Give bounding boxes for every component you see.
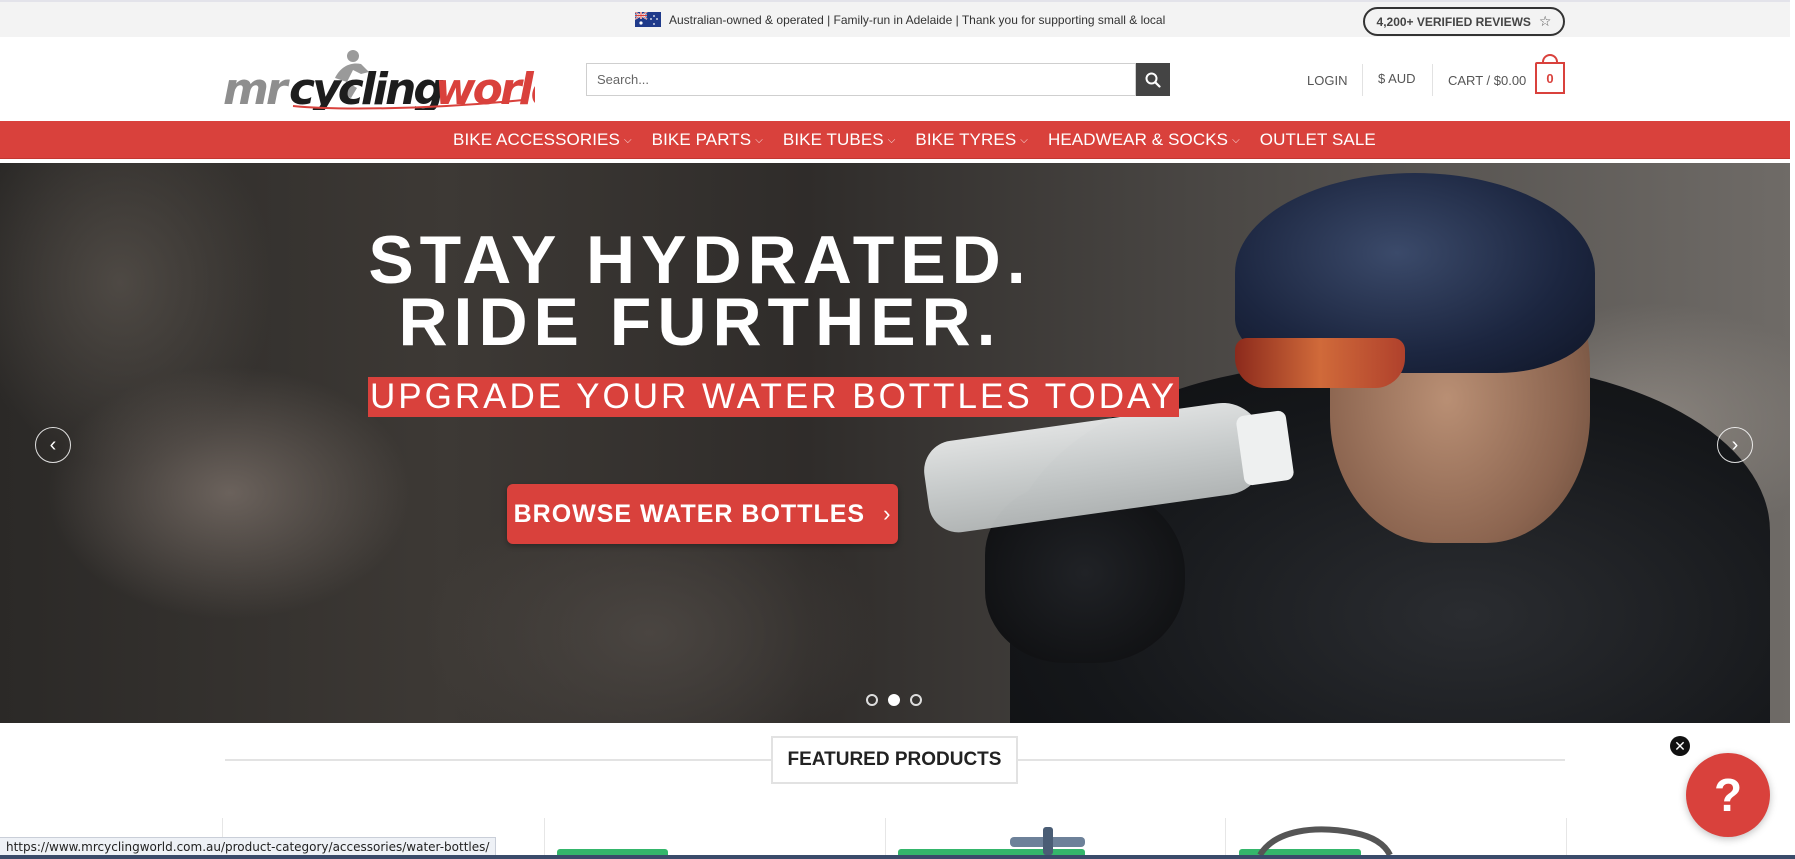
chevron-down-icon: ⌵: [1020, 134, 1028, 146]
hero-image-sunglasses: [1235, 338, 1405, 388]
product-card-border: [544, 818, 545, 859]
search-input[interactable]: [586, 63, 1136, 96]
browse-water-bottles-button[interactable]: BROWSE WATER BOTTLES ›: [507, 484, 898, 544]
chevron-down-icon: ⌵: [887, 134, 896, 146]
site-header: mr cycling world LOGIN $ AUD CART / $0.0…: [0, 37, 1790, 121]
button-label: BROWSE WATER BOTTLES: [513, 499, 866, 528]
slider-dot[interactable]: [910, 694, 922, 706]
slider-dots: [866, 694, 922, 706]
nav-outlet-sale[interactable]: OUTLET SALE: [1260, 130, 1376, 150]
nav-label: HEADWEAR & SOCKS: [1047, 130, 1229, 149]
close-icon: ✕: [1674, 737, 1686, 754]
svg-text:mr: mr: [223, 64, 290, 110]
nav-bike-accessories[interactable]: BIKE ACCESSORIES ⌵: [453, 130, 632, 150]
chevron-right-icon: ›: [883, 501, 892, 526]
cart-link[interactable]: CART / $0.00: [1448, 73, 1526, 88]
nav-headwear-socks[interactable]: HEADWEAR & SOCKS ⌵: [1048, 130, 1240, 150]
product-image-pump: [1010, 827, 1085, 855]
hero-title: STAY HYDRATED. RIDE FURTHER.: [340, 222, 1060, 360]
verified-reviews-button[interactable]: 4,200+ VERIFIED REVIEWS ☆: [1363, 7, 1565, 36]
main-navigation: BIKE ACCESSORIES ⌵ BIKE PARTS ⌵ BIKE TUBES…: [0, 121, 1790, 159]
help-chat-button[interactable]: ?: [1686, 753, 1770, 837]
slider-prev-button[interactable]: ‹: [35, 427, 71, 463]
header-divider: [1432, 64, 1433, 96]
nav-label: BIKE TUBES: [782, 130, 884, 149]
hero-title-line: RIDE FURTHER.: [398, 284, 1002, 360]
featured-products-heading: FEATURED PRODUCTS: [771, 736, 1018, 784]
currency-selector[interactable]: $ AUD: [1378, 71, 1416, 86]
slider-dot[interactable]: [866, 694, 878, 706]
nav-bike-tubes[interactable]: BIKE TUBES ⌵: [783, 130, 896, 150]
chevron-left-icon: ‹: [49, 433, 57, 456]
search-button[interactable]: [1136, 63, 1170, 96]
nav-label: BIKE ACCESSORIES: [453, 130, 620, 149]
hero-slider: STAY HYDRATED. RIDE FURTHER. UPGRADE YOU…: [0, 163, 1790, 723]
australian-flag-icon: [635, 12, 661, 27]
hero-title-line: STAY HYDRATED.: [368, 222, 1032, 298]
nav-label: OUTLET SALE: [1259, 130, 1376, 149]
slider-dot-active[interactable]: [888, 694, 900, 706]
search-icon: [1145, 72, 1161, 88]
hero-image-bottle-cap: [1235, 409, 1295, 487]
hero-subtitle: UPGRADE YOUR WATER BOTTLES TODAY: [368, 377, 1180, 417]
svg-text:cycling: cycling: [289, 64, 444, 110]
announcement: Australian-owned & operated | Family-run…: [635, 12, 1165, 27]
product-card-border: [1566, 818, 1567, 859]
chevron-down-icon: ⌵: [755, 134, 763, 146]
nav-label: BIKE TYRES: [915, 130, 1017, 149]
product-image-handlebar: [1257, 826, 1393, 857]
link-preview-url: https://www.mrcyclingworld.com.au/produc…: [0, 837, 497, 857]
chevron-down-icon: ⌵: [623, 134, 632, 146]
announcement-text: Australian-owned & operated | Family-run…: [669, 12, 1166, 27]
reviews-label: 4,200+ VERIFIED REVIEWS: [1376, 14, 1531, 29]
nav-bike-tyres[interactable]: BIKE TYRES ⌵: [915, 130, 1028, 150]
product-card-border: [1225, 818, 1226, 859]
announcement-bar: Australian-owned & operated | Family-run…: [0, 0, 1790, 37]
chevron-right-icon: ›: [1731, 433, 1739, 456]
nav-bike-parts[interactable]: BIKE PARTS ⌵: [652, 130, 763, 150]
nav-label: BIKE PARTS: [651, 130, 752, 149]
login-link[interactable]: LOGIN: [1307, 73, 1347, 88]
site-logo[interactable]: mr cycling world: [223, 48, 535, 110]
header-divider: [1362, 64, 1363, 96]
cart-count-badge[interactable]: 0: [1535, 62, 1565, 94]
window-bottom-edge: [0, 855, 1795, 859]
slider-next-button[interactable]: ›: [1717, 427, 1753, 463]
star-icon: ☆: [1538, 13, 1552, 29]
question-icon: ?: [1713, 769, 1743, 821]
close-help-widget-button[interactable]: ✕: [1670, 736, 1690, 756]
product-card-border: [885, 818, 886, 859]
chevron-down-icon: ⌵: [1232, 134, 1240, 146]
